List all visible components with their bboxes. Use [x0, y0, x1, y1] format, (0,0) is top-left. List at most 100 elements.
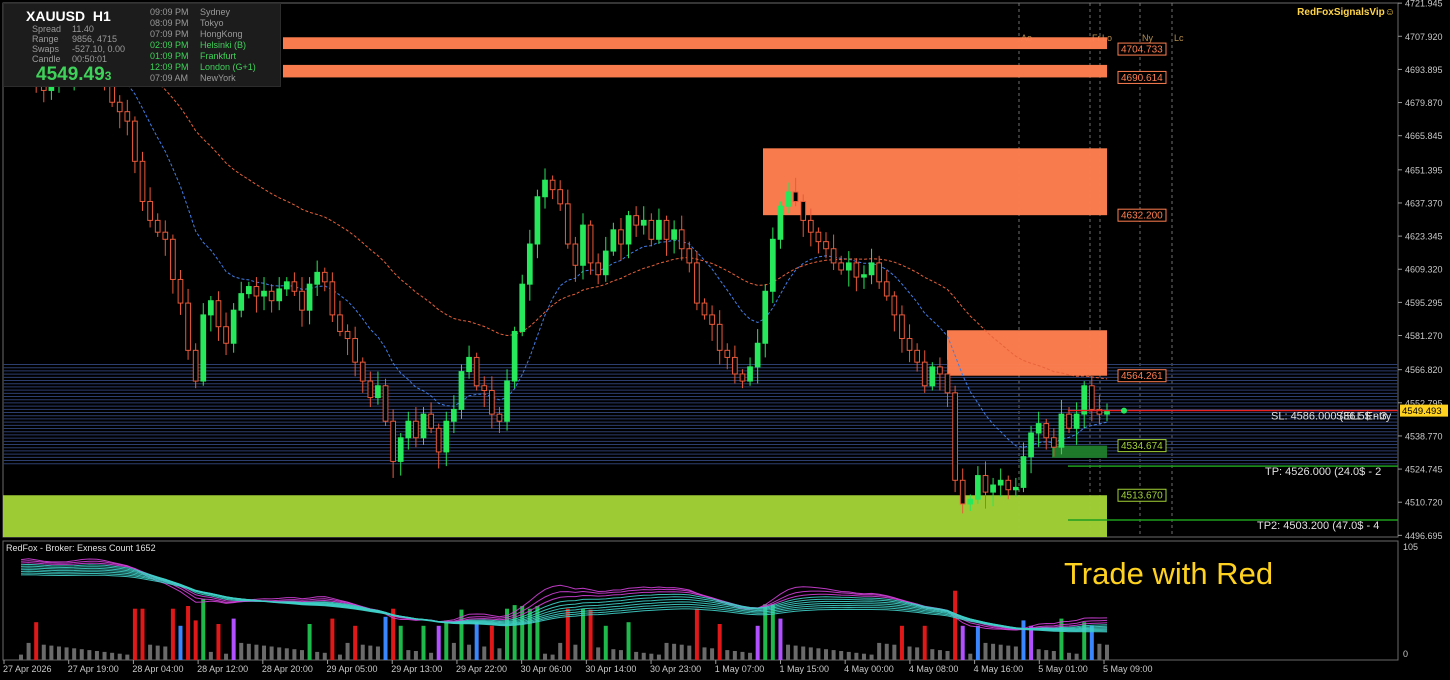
price-tick-label: 4609.320 [1405, 265, 1443, 275]
bull-candle [762, 290, 769, 344]
bear-candle [724, 349, 731, 358]
indicator-bar [846, 651, 851, 660]
symbol-name: XAUUSD [26, 8, 86, 24]
price-tick-label: 4510.720 [1405, 498, 1443, 508]
indicator-bar [49, 645, 54, 660]
zone-label-text: 4564.261 [1121, 371, 1163, 382]
indicator-bar [125, 654, 130, 660]
bear-candle [952, 392, 958, 481]
bear-candle [382, 385, 389, 422]
time-tick-label: 5 May 01:00 [1038, 664, 1088, 674]
bear-candle [807, 219, 814, 233]
swaps-value: -527.10, 0.00 [72, 44, 126, 54]
indicator-bar [436, 625, 441, 660]
indicator-bar [960, 625, 965, 660]
indicator-bar [694, 608, 699, 660]
bear-candle [921, 361, 928, 387]
bull-candle [200, 314, 207, 382]
indicator-bar [786, 644, 791, 660]
bear-candle [792, 191, 799, 202]
session-row: 07:09 AM NewYork [150, 73, 236, 83]
bear-candle [830, 248, 837, 264]
indicator-bar [224, 653, 229, 660]
indicator-bar [208, 651, 213, 660]
bull-candle [306, 283, 313, 311]
bear-candle [739, 373, 746, 382]
bull-candle [466, 356, 472, 373]
zone-label-text: 4534.674 [1121, 441, 1163, 452]
indicator-bar [778, 618, 783, 660]
indicator-bar [41, 644, 46, 660]
bear-candle [800, 200, 807, 221]
price-tick-label: 4665.845 [1405, 131, 1443, 141]
session-time: 01:09 PM [150, 51, 189, 61]
indicator-bar [725, 650, 730, 660]
bull-candle [1013, 486, 1019, 491]
tp1-label: TP: 4526.000 (24.0$ - 2 [1265, 466, 1381, 478]
indicator-ribbon-line [20, 570, 1108, 631]
price-tick-label: 4566.820 [1405, 365, 1443, 375]
bull-candle [754, 342, 761, 368]
session-row: 08:09 PM Tokyo [150, 18, 224, 28]
indicator-bar [649, 653, 654, 660]
bull-candle [990, 484, 996, 493]
indicator-ribbon-line [20, 569, 1108, 631]
indicator-bar [854, 652, 859, 660]
indicator-bar [140, 608, 145, 660]
indicator-bar [451, 642, 456, 660]
timeframe-label: H1 [92, 8, 111, 24]
bear-candle [496, 413, 503, 422]
bear-candle [1088, 385, 1095, 410]
time-tick-label: 30 Apr 06:00 [521, 664, 572, 674]
price-main: 4549.49 [36, 64, 105, 85]
bear-candle [914, 349, 920, 363]
price-tick-label: 4581.270 [1405, 331, 1443, 341]
indicator-bar [262, 645, 267, 660]
bear-candle [906, 338, 913, 351]
zone-label: 4704.733 [1117, 42, 1167, 56]
spread-value: 11.40 [72, 24, 94, 34]
zone-label: 4534.674 [1117, 439, 1167, 453]
bear-candle [944, 373, 951, 394]
indicator-bar [1029, 625, 1034, 660]
price-tick-label: 4623.345 [1405, 232, 1443, 242]
indicator-bar [34, 622, 39, 660]
bull-candle [625, 215, 632, 245]
indicator-bar [839, 651, 844, 660]
session-name: Sydney [200, 7, 231, 17]
bear-candle [549, 179, 556, 191]
indicator-bar [193, 620, 198, 660]
bull-candle [997, 479, 1004, 486]
indicator-bar [1036, 649, 1041, 660]
indicator-bar [702, 647, 707, 660]
indicator-bar [1006, 645, 1011, 660]
bear-candle [557, 189, 564, 205]
current-price-tag: 4549.493 [1400, 404, 1448, 417]
bear-candle [694, 262, 700, 304]
indicator-bar [239, 642, 244, 660]
indicator-bar [1105, 644, 1109, 660]
price-axis: 4721.945 4707.920 4693.895 4679.870 4665.845… [1398, 0, 1448, 541]
bull-candle [656, 219, 662, 240]
bear-candle [177, 278, 184, 304]
bear-candle [390, 420, 396, 462]
bull-candle [534, 196, 541, 245]
bear-candle [876, 262, 883, 283]
indicator-bar [968, 653, 973, 660]
indicator-bar [360, 644, 365, 660]
bear-candle [329, 281, 336, 316]
bear-candle [268, 290, 275, 302]
indicator-bar [869, 654, 874, 660]
indicator-ribbon-line [20, 560, 1108, 631]
bull-candle [526, 243, 533, 285]
indicator-ribbon-line [20, 558, 1108, 631]
time-tick-label: 29 Apr 05:00 [327, 664, 378, 674]
time-tick-label: 28 Apr 04:00 [132, 664, 183, 674]
indicator-bar [679, 644, 684, 660]
supply-zone [283, 64, 1107, 78]
bear-candle [587, 224, 594, 264]
price-tick-label: 4679.870 [1405, 98, 1443, 108]
indicator-bar [1097, 643, 1102, 660]
indicator-bar [87, 650, 92, 660]
indicator-bar [398, 625, 403, 660]
